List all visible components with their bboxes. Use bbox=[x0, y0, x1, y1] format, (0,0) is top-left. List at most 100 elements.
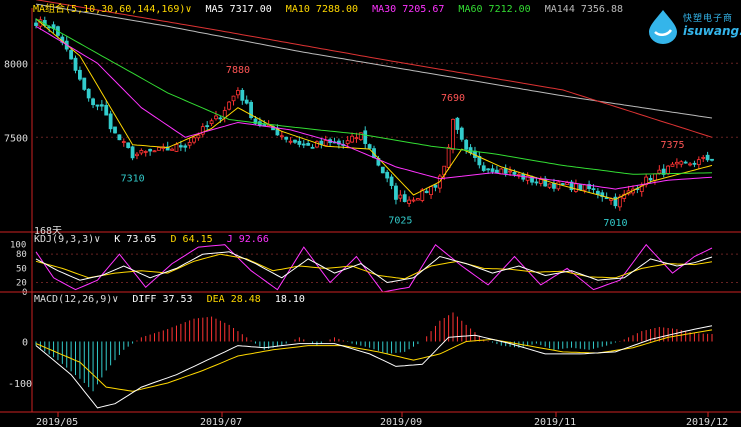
candle-body bbox=[674, 161, 679, 165]
price-annotation: 7375 bbox=[660, 140, 684, 151]
candle-body bbox=[288, 140, 293, 143]
site-logo: 快塑电子商 isuwang.co bbox=[645, 8, 741, 44]
candle-body bbox=[104, 104, 109, 116]
ma30-line bbox=[35, 25, 713, 190]
candle-body bbox=[666, 165, 671, 175]
candle-body bbox=[481, 165, 486, 171]
kdj-legend-label: KDJ(9,3,3) bbox=[34, 234, 95, 245]
candle-body bbox=[688, 163, 692, 166]
price-annotation: 7310 bbox=[121, 173, 145, 184]
candle-body bbox=[354, 137, 359, 140]
legend-ma30: MA30 7205.67 bbox=[372, 4, 445, 15]
x-axis-label: 2019/09 bbox=[380, 417, 422, 427]
candle-body bbox=[82, 77, 87, 90]
legend-j: J 92.66 bbox=[226, 234, 269, 245]
price-panel: 8000 7500 7310 7880 7690 7025 7010 7375 bbox=[4, 0, 741, 229]
candle-body bbox=[240, 89, 245, 101]
candle-body bbox=[86, 88, 91, 99]
x-axis-label: 2019/07 bbox=[200, 417, 242, 427]
candle-body bbox=[446, 146, 451, 168]
kdj-tick-label: 80 bbox=[16, 250, 27, 260]
candle-body bbox=[565, 182, 570, 185]
candle-body bbox=[187, 142, 192, 146]
price-annotation: 7690 bbox=[441, 93, 465, 104]
candle-body bbox=[552, 182, 556, 189]
macd-panel: 0 -100 bbox=[8, 312, 713, 409]
ma10-line bbox=[35, 18, 713, 200]
price-tick-label: 7500 bbox=[4, 133, 28, 144]
candle-body bbox=[69, 50, 74, 60]
candle-body bbox=[582, 184, 587, 191]
candle-body bbox=[117, 134, 122, 141]
candle-body bbox=[556, 181, 561, 190]
candle-body bbox=[394, 185, 398, 200]
candle-body bbox=[499, 168, 504, 175]
legend-diff: DIFF 37.53 bbox=[132, 294, 193, 305]
candle-body bbox=[284, 136, 289, 140]
macd-legend-label: MACD(12,26,9) bbox=[34, 294, 113, 305]
candle-body bbox=[99, 104, 104, 107]
kdj-panel: 1008050200 bbox=[10, 241, 741, 298]
candle-body bbox=[227, 101, 232, 110]
legend-k: K 73.65 bbox=[114, 234, 157, 245]
price-annotation: 7025 bbox=[388, 216, 412, 227]
candle-body bbox=[547, 183, 552, 188]
candle-body bbox=[459, 127, 464, 140]
price-annotation: 7880 bbox=[226, 65, 250, 76]
candle-body bbox=[617, 196, 622, 208]
candle-body bbox=[152, 150, 157, 153]
candle-body bbox=[205, 125, 210, 128]
candle-body bbox=[415, 198, 420, 201]
candle-body bbox=[135, 153, 139, 157]
macd-legend: MACD(12,26,9)∨ DIFF 37.53 DEA 28.48 18.1… bbox=[34, 294, 305, 305]
x-axis-label: 2019/05 bbox=[36, 417, 78, 427]
candle-body bbox=[319, 140, 324, 145]
ma169-line bbox=[35, 0, 713, 138]
candle-body bbox=[578, 184, 583, 191]
candle-body bbox=[538, 179, 543, 184]
candle-body bbox=[148, 148, 153, 152]
candle-body bbox=[231, 95, 236, 102]
kdj-d-line bbox=[35, 253, 713, 280]
candle-body bbox=[455, 117, 460, 130]
candle-body bbox=[244, 99, 249, 104]
candle-body bbox=[183, 145, 188, 148]
macd-tick-label: -100 bbox=[8, 379, 32, 390]
candle-body bbox=[236, 90, 240, 96]
candle-body bbox=[653, 173, 657, 181]
candle-body bbox=[402, 194, 407, 202]
chart-canvas: 800075007310788076907025 70107375 1008050… bbox=[0, 0, 741, 427]
candle-body bbox=[424, 190, 429, 194]
candle-body bbox=[451, 118, 455, 150]
legend-ma144: MA144 7356.88 bbox=[544, 4, 624, 15]
candle-body bbox=[490, 168, 495, 172]
candle-body bbox=[209, 120, 214, 124]
candle-body bbox=[91, 98, 95, 106]
candle-body bbox=[486, 168, 491, 171]
candle-body bbox=[670, 163, 675, 167]
legend-ma5: MA5 7317.00 bbox=[205, 4, 272, 15]
legend-ma60: MA60 7212.00 bbox=[458, 4, 531, 15]
ma-legend: MA组合(5,10,30,60,144,169)∨ MA5 7317.00 MA… bbox=[33, 4, 624, 15]
candle-body bbox=[367, 144, 372, 149]
candle-body bbox=[293, 139, 297, 143]
candle-body bbox=[178, 145, 183, 148]
candle-body bbox=[139, 150, 144, 154]
candle-body bbox=[433, 184, 438, 188]
candle-body bbox=[508, 170, 512, 173]
x-axis-label: 2019/11 bbox=[534, 417, 576, 427]
candle-body bbox=[512, 171, 517, 175]
candle-body bbox=[301, 143, 306, 146]
candle-body bbox=[363, 130, 368, 144]
candle-body bbox=[143, 151, 148, 153]
candle-body bbox=[710, 158, 714, 161]
candle-body bbox=[306, 143, 311, 146]
candle-body bbox=[77, 69, 82, 80]
candle-body bbox=[657, 169, 662, 174]
candle-body bbox=[130, 146, 135, 159]
candle-body bbox=[389, 176, 394, 186]
candle-body bbox=[679, 161, 684, 165]
kdj-tick-label: 50 bbox=[16, 264, 27, 274]
legend-dea: DEA 28.48 bbox=[206, 294, 261, 305]
logo-cn-text: 快塑电子商 bbox=[683, 14, 734, 24]
